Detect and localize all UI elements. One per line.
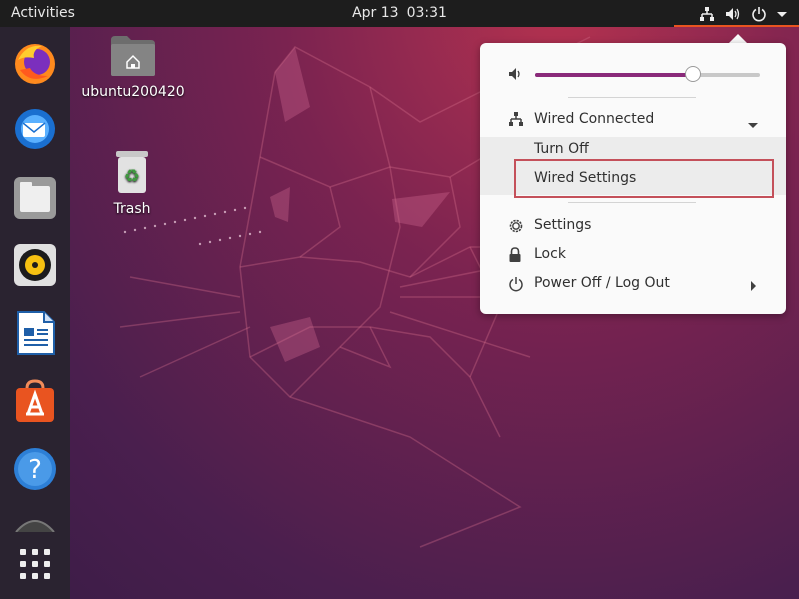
separator: [568, 202, 696, 203]
lock-item[interactable]: Lock: [480, 242, 786, 268]
volume-slider-handle[interactable]: [685, 66, 701, 82]
trash-label: Trash: [113, 201, 151, 217]
svg-text:♻: ♻: [124, 166, 140, 187]
power-off-item[interactable]: Power Off / Log Out: [480, 271, 786, 297]
separator: [568, 97, 696, 98]
clock-date: Apr 13: [352, 5, 399, 21]
wired-connected-label: Wired Connected: [534, 111, 655, 127]
chevron-down-icon: [748, 117, 758, 133]
libreoffice-writer-icon[interactable]: [12, 310, 58, 356]
home-folder-label: ubuntu200420: [81, 84, 185, 100]
volume-icon: [725, 7, 741, 21]
top-bar: Activities Apr 13 03:31: [0, 0, 799, 27]
settings-item[interactable]: Settings: [480, 213, 786, 239]
dock: ?: [0, 27, 70, 599]
network-wired-icon: [508, 112, 524, 130]
turn-off-label: Turn Off: [534, 141, 589, 157]
lock-label: Lock: [534, 246, 566, 262]
trash-icon: ♻: [112, 151, 152, 199]
chevron-down-icon: [777, 10, 787, 18]
desktop-home-folder[interactable]: ubuntu200420: [78, 34, 188, 100]
thunderbird-icon[interactable]: [12, 106, 58, 152]
svg-text:?: ?: [28, 455, 42, 485]
power-off-label: Power Off / Log Out: [534, 275, 670, 291]
help-icon[interactable]: ?: [12, 446, 58, 492]
gear-icon: [508, 218, 524, 238]
wired-settings-highlight: [514, 159, 774, 198]
volume-slider[interactable]: [535, 66, 760, 82]
wired-connected-item[interactable]: Wired Connected: [480, 107, 786, 133]
chevron-right-icon: [750, 279, 757, 295]
system-tray[interactable]: [699, 0, 787, 27]
tray-active-indicator: [674, 25, 799, 27]
settings-label: Settings: [534, 217, 592, 233]
volume-slider-fill: [535, 73, 693, 77]
home-folder-icon: [109, 36, 157, 82]
files-icon[interactable]: [12, 174, 58, 220]
clock-time: 03:31: [406, 5, 447, 21]
firefox-icon[interactable]: [12, 40, 58, 86]
rhythmbox-icon[interactable]: [12, 242, 58, 288]
network-wired-icon: [699, 6, 715, 21]
power-icon: [751, 6, 767, 22]
volume-icon: [508, 67, 524, 85]
show-applications-icon[interactable]: [12, 542, 58, 588]
clock[interactable]: Apr 13 03:31: [0, 5, 799, 21]
desktop-trash[interactable]: ♻ Trash: [77, 149, 187, 217]
power-icon: [508, 276, 524, 296]
partial-app-icon[interactable]: [12, 512, 58, 532]
software-center-icon[interactable]: [12, 378, 58, 424]
lock-icon: [508, 247, 522, 267]
